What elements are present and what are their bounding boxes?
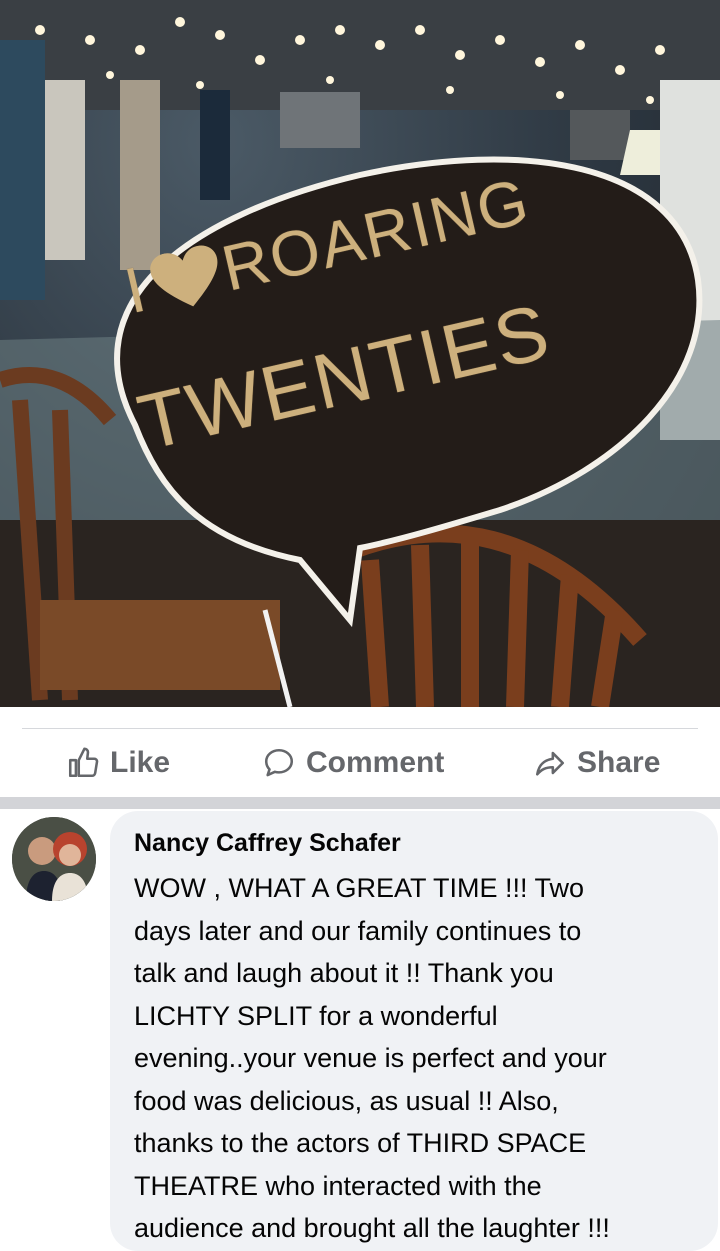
comment-icon: [264, 748, 294, 777]
comment-section: Nancy Caffrey Schafer WOW , WHAT A GREAT…: [0, 809, 720, 1251]
avatar[interactable]: [12, 817, 96, 901]
section-separator: [0, 797, 720, 809]
share-button[interactable]: Share: [533, 743, 660, 783]
action-divider: [22, 728, 698, 729]
post-photo[interactable]: I ROARING TWENTIES: [0, 0, 720, 707]
like-label: Like: [110, 746, 171, 779]
share-label: Share: [577, 746, 661, 779]
thumbs-up-icon: [68, 747, 99, 778]
comment-author[interactable]: Nancy Caffrey Schafer: [134, 829, 401, 858]
comment-text: WOW , WHAT A GREAT TIME !!! Two days lat…: [134, 873, 610, 1243]
comment-button[interactable]: Comment: [262, 743, 444, 783]
sign-word-roaring: ROARING: [215, 164, 537, 305]
comment-bubble: Nancy Caffrey Schafer WOW , WHAT A GREAT…: [110, 811, 718, 1251]
comment-label: Comment: [306, 746, 445, 779]
avatar-photo: [12, 817, 96, 901]
like-button[interactable]: Like: [66, 743, 170, 783]
sign-text: I ROARING TWENTIES: [0, 0, 720, 707]
post-action-bar: Like Comment Share: [0, 707, 720, 797]
heart-icon: [145, 242, 229, 317]
share-arrow-icon: [535, 751, 565, 776]
